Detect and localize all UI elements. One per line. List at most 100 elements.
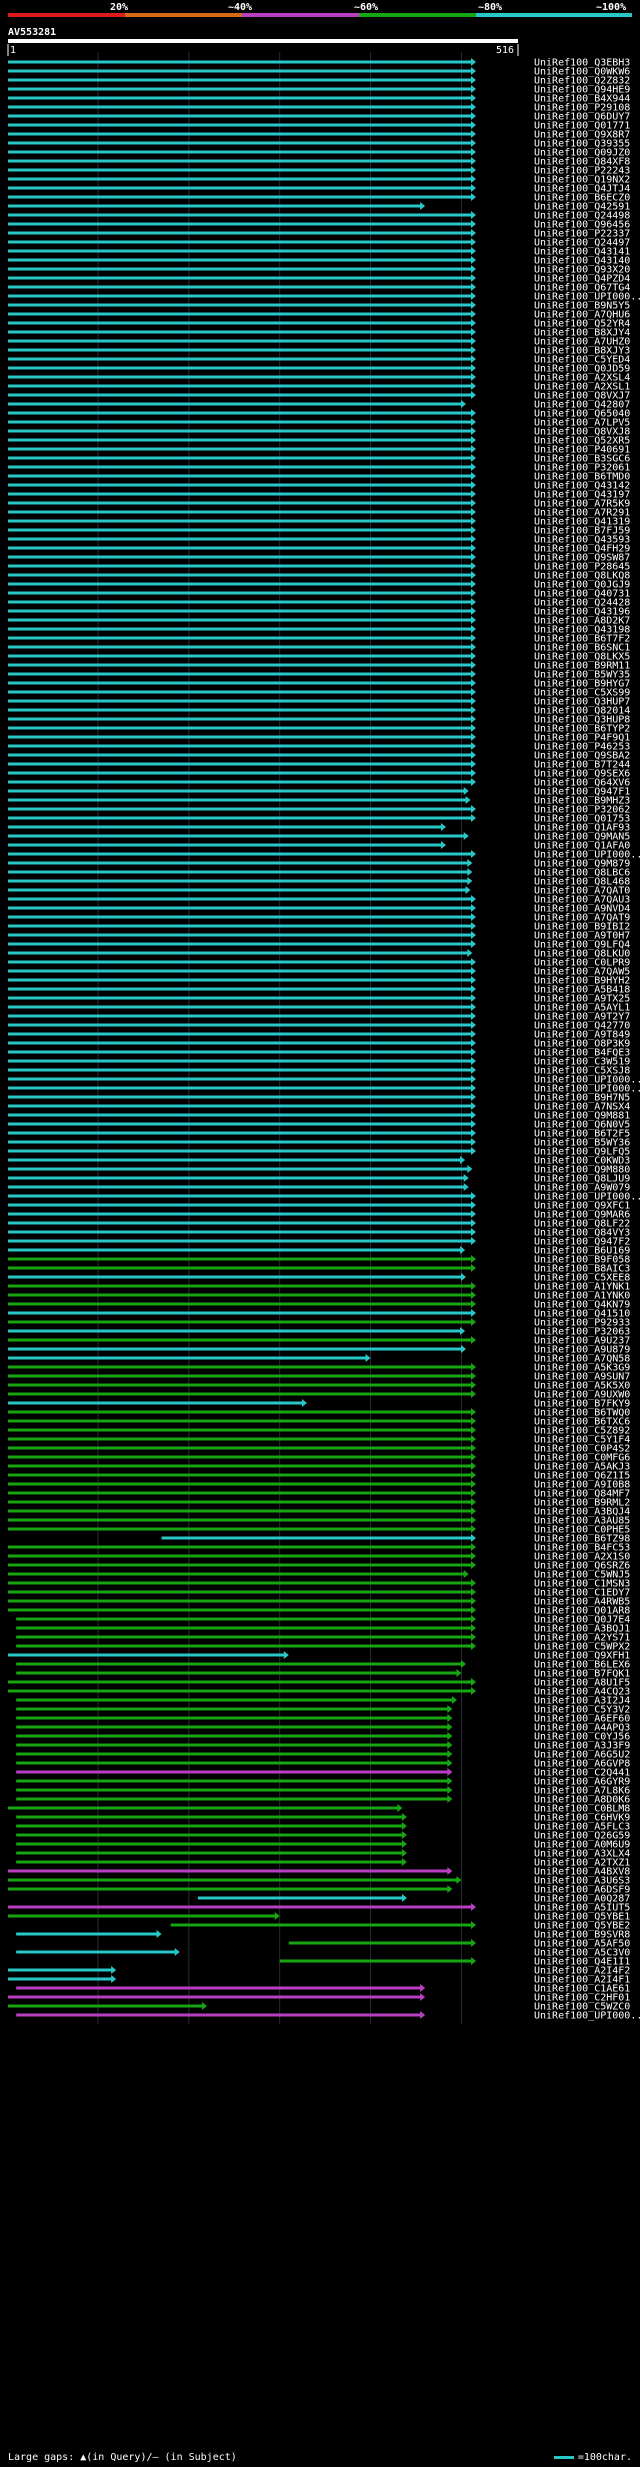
hit-bar[interactable] [16,2013,422,2017]
hit-bar[interactable] [8,96,472,100]
hit-bar[interactable] [8,1887,449,1891]
hit-bar[interactable] [8,222,472,226]
hit-bar[interactable] [8,528,472,532]
hit-bar[interactable] [8,60,472,64]
hit-bar[interactable] [8,1653,285,1657]
hit-bar[interactable] [8,753,472,757]
hit-bar[interactable] [8,420,472,424]
hit-bar[interactable] [8,186,472,190]
hit-bar[interactable] [8,321,472,325]
hit-bar[interactable] [8,798,467,802]
hit-bar[interactable] [8,780,472,784]
hit-bar[interactable] [8,429,472,433]
hit-bar[interactable] [8,393,472,397]
hit-bar[interactable] [16,1797,449,1801]
hit-bar[interactable] [8,609,472,613]
hit-bar[interactable] [8,681,472,685]
hit-bar[interactable] [8,834,465,838]
hit-bar[interactable] [8,1878,458,1882]
hit-bar[interactable] [8,537,472,541]
hit-bar[interactable] [16,1617,472,1621]
hit-bar[interactable] [8,501,472,505]
hit-bar[interactable] [16,1932,158,1936]
hit-bar[interactable] [8,1473,472,1477]
hit-bar[interactable] [16,1716,449,1720]
hit-bar[interactable] [8,735,472,739]
hit-bar[interactable] [8,996,472,1000]
hit-bar[interactable] [8,546,472,550]
hit-bar[interactable] [8,159,472,163]
hit-bar[interactable] [8,1365,472,1369]
hit-bar[interactable] [8,240,472,244]
hit-bar[interactable] [8,1806,399,1810]
hit-bar[interactable] [288,1941,472,1945]
hit-bar[interactable] [8,969,472,973]
hit-bar[interactable] [8,168,472,172]
hit-bar[interactable] [8,303,472,307]
hit-bar[interactable] [16,1986,422,1990]
hit-bar[interactable] [8,492,472,496]
hit-bar[interactable] [8,1518,472,1522]
hit-bar[interactable] [8,87,472,91]
hit-bar[interactable] [8,1104,472,1108]
hit-bar[interactable] [8,870,469,874]
hit-bar[interactable] [16,1833,403,1837]
hit-bar[interactable] [8,627,472,631]
hit-bar[interactable] [8,195,472,199]
hit-bar[interactable] [8,1194,472,1198]
hit-bar[interactable] [8,267,472,271]
hit-bar[interactable] [8,330,472,334]
hit-bar[interactable] [8,348,472,352]
hit-bar[interactable] [8,1257,472,1261]
hit-bar[interactable] [16,1824,403,1828]
hit-bar[interactable] [16,1842,403,1846]
hit-bar[interactable] [8,807,472,811]
hit-bar[interactable] [8,1905,472,1909]
hit-bar[interactable] [16,1626,472,1630]
hit-bar[interactable] [8,1437,472,1441]
hit-bar[interactable] [8,699,472,703]
hit-bar[interactable] [8,276,472,280]
hit-bar[interactable] [8,2004,204,2008]
hit-bar[interactable] [8,1446,472,1450]
hit-bar[interactable] [8,960,472,964]
hit-bar[interactable] [8,1230,472,1234]
hit-bar[interactable] [8,1977,113,1981]
hit-bar[interactable] [8,924,472,928]
hit-bar[interactable] [8,987,472,991]
hit-bar[interactable] [8,1023,472,1027]
hit-bar[interactable] [8,1968,113,1972]
hit-bar[interactable] [8,861,469,865]
hit-bar[interactable] [8,1914,276,1918]
hit-bar[interactable] [8,357,472,361]
hit-bar[interactable] [16,1815,403,1819]
hit-bar[interactable] [8,618,472,622]
hit-bar[interactable] [8,141,472,145]
hit-bar[interactable] [8,1419,472,1423]
hit-bar[interactable] [16,1644,472,1648]
hit-bar[interactable] [8,123,472,127]
hit-bar[interactable] [8,1392,472,1396]
hit-bar[interactable] [8,654,472,658]
hit-bar[interactable] [8,708,472,712]
hit-bar[interactable] [8,1167,469,1171]
hit-bar[interactable] [8,1428,472,1432]
hit-bar[interactable] [8,1131,472,1135]
hit-bar[interactable] [8,1014,472,1018]
hit-bar[interactable] [8,465,472,469]
hit-bar[interactable] [8,1203,472,1207]
hit-bar[interactable] [8,1293,472,1297]
hit-bar[interactable] [8,69,472,73]
hit-bar[interactable] [8,1689,472,1693]
hit-bar[interactable] [16,1770,449,1774]
hit-bar[interactable] [8,1185,465,1189]
hit-bar[interactable] [8,564,472,568]
hit-bar[interactable] [8,1347,463,1351]
hit-bar[interactable] [8,438,472,442]
hit-bar[interactable] [8,1032,472,1036]
hit-bar[interactable] [8,726,472,730]
hit-bar[interactable] [8,717,472,721]
hit-bar[interactable] [8,771,472,775]
hit-bar[interactable] [170,1923,473,1927]
hit-bar[interactable] [8,1239,472,1243]
